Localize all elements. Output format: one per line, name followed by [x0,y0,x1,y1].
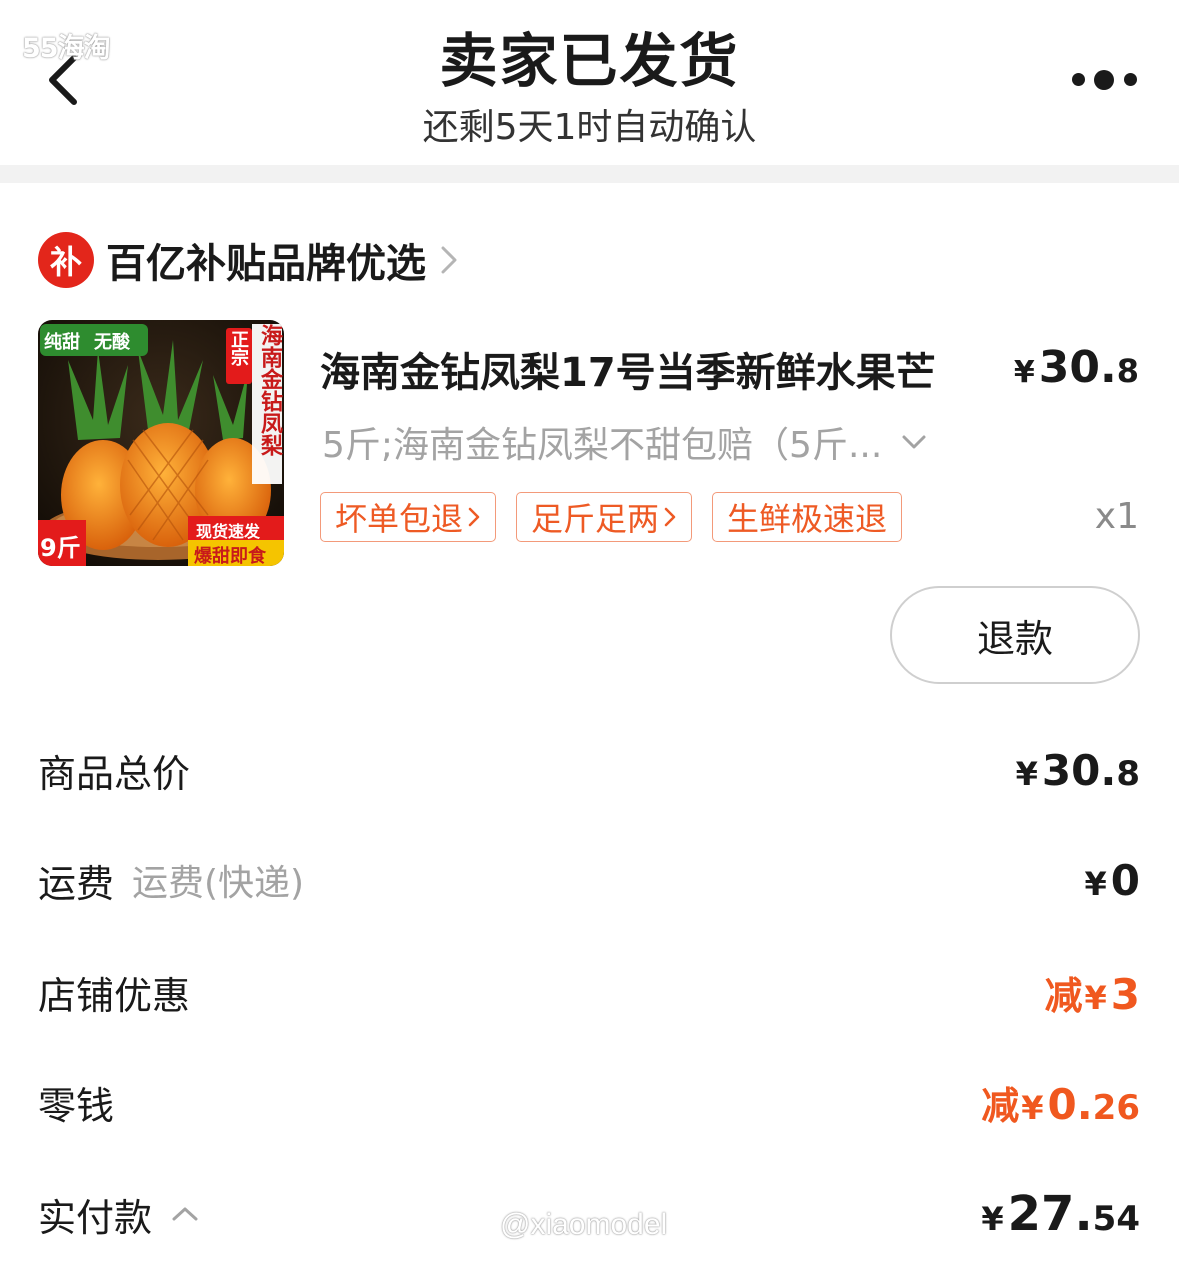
image-text-weight: 9斤 [40,534,81,562]
image-text-vertical-title: 海南金钻凤梨 [257,324,282,456]
chevron-right-icon [441,246,457,274]
auto-confirm-countdown: 还剩5天1时自动确认 [422,107,757,148]
refund-button[interactable]: 退款 [890,586,1140,684]
shipping-label: 运费 [38,861,115,906]
goods-total-label: 商品总价 [38,751,191,796]
watermark-username: @xiaomodel [500,1208,668,1241]
image-text-no-acid: 无酸 [94,332,130,353]
image-text-genuine: 正宗 [228,330,249,366]
product-quantity: x1 [1094,496,1139,537]
image-text-in-stock: 现货速发 [196,522,261,541]
nav-header: 卖家已发货 还剩5天1时自动确认 [0,0,1179,165]
product-spec-text: 5斤;海南金钻凤梨不甜包赔（5斤... [322,425,883,466]
summary-change: 零钱 减¥0.26 [38,1072,1140,1132]
store-name: 百亿补贴品牌优选 [106,241,426,287]
section-divider [0,165,1179,183]
image-text-very-sweet: 爆甜即食 [194,546,266,566]
product-spec-selector[interactable]: 5斤;海南金钻凤梨不甜包赔（5斤... [322,416,928,468]
goods-total-value: ¥30.8 [1015,745,1140,795]
product-thumbnail[interactable]: 纯甜 无酸 正宗 海南金钻凤梨 9斤 现货速发 爆甜即食 [38,320,284,566]
store-discount-label: 店铺优惠 [38,973,191,1018]
summary-shipping: 运费 运费(快递) ¥0 [38,850,1140,910]
tag-full-weight[interactable]: 足斤足两 [516,492,693,542]
watermark-logo: 55海淘 [22,33,111,64]
chevron-up-icon[interactable] [170,1204,200,1224]
change-value: 减¥0.26 [981,1079,1140,1129]
product-title[interactable]: 海南金钻凤梨17号当季新鲜水果芒 [320,340,990,398]
more-options-icon[interactable] [1068,64,1142,96]
paid-value: ¥27.54 [981,1186,1140,1242]
subsidy-logo-icon: 补 [38,232,94,288]
store-link[interactable]: 补 百亿补贴品牌优选 [38,232,460,288]
shipping-method: 运费(快递) [132,863,305,904]
service-tags: 坏单包退 足斤足两 生鲜极速退 [320,492,903,542]
product-price: ¥30.8 [1013,342,1139,393]
tag-damage-refund[interactable]: 坏单包退 [320,492,497,542]
chevron-right-icon [664,507,676,527]
summary-goods-total: 商品总价 ¥30.8 [38,740,1140,800]
paid-label: 实付款 [38,1195,153,1240]
image-text-sweet: 纯甜 [44,332,80,353]
change-label: 零钱 [38,1083,115,1128]
page-title: 卖家已发货 [439,27,740,95]
summary-store-discount: 店铺优惠 减¥3 [38,962,1140,1022]
chevron-right-icon [468,507,480,527]
shipping-value: ¥0 [1084,855,1141,905]
chevron-down-icon [902,435,926,449]
store-discount-value: 减¥3 [1044,969,1140,1019]
tag-fresh-fast-refund[interactable]: 生鲜极速退 [712,492,903,542]
